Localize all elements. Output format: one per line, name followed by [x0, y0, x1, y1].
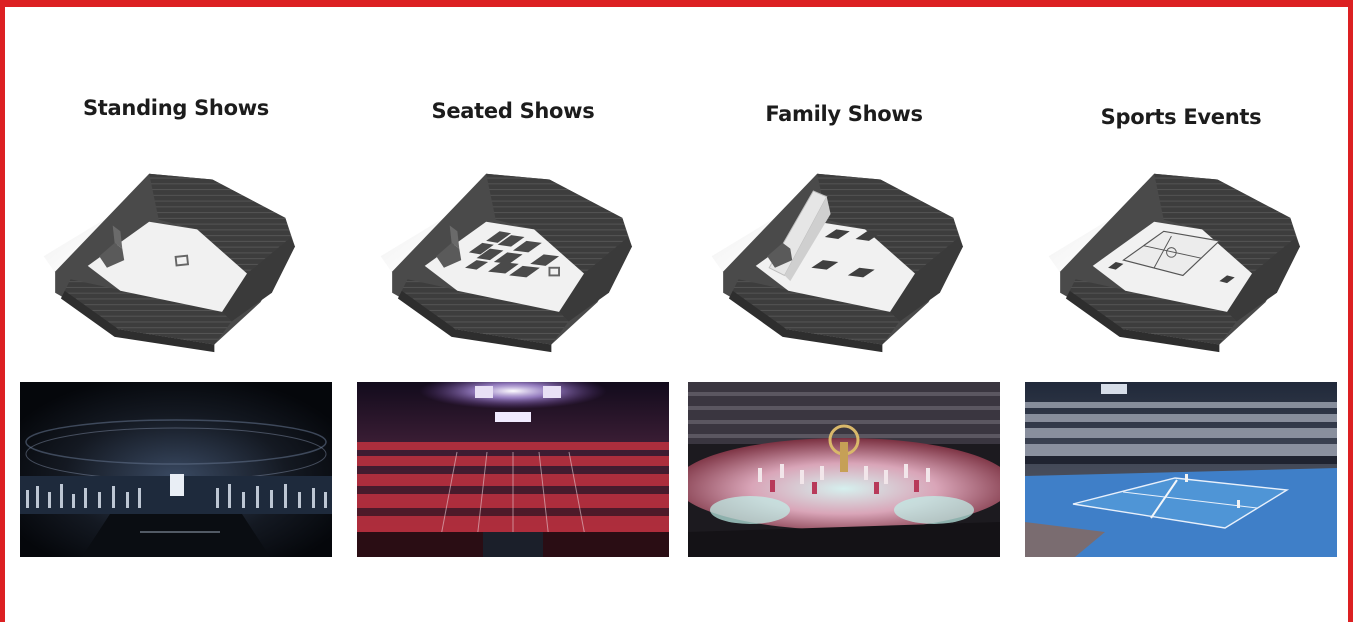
category-title: Seated Shows — [431, 99, 595, 123]
family-show-photo — [688, 382, 1000, 557]
category-family-shows[interactable]: Family Shows — [688, 0, 1000, 622]
seated-show-photo — [357, 382, 669, 557]
sports-event-photo — [1025, 382, 1337, 557]
category-seated-shows[interactable]: Seated Shows — [357, 0, 669, 622]
family-layout-diagram — [711, 173, 963, 353]
standing-show-photo — [20, 382, 332, 557]
category-sports-events[interactable]: Sports Events — [1025, 0, 1337, 622]
seated-layout-diagram — [380, 173, 632, 353]
category-title: Standing Shows — [82, 96, 269, 120]
sports-layout-diagram — [1048, 173, 1300, 353]
category-standing-shows[interactable]: Standing Shows — [20, 0, 332, 622]
standing-layout-diagram — [43, 173, 295, 353]
category-title: Family Shows — [765, 102, 923, 126]
category-title: Sports Events — [1100, 105, 1262, 129]
